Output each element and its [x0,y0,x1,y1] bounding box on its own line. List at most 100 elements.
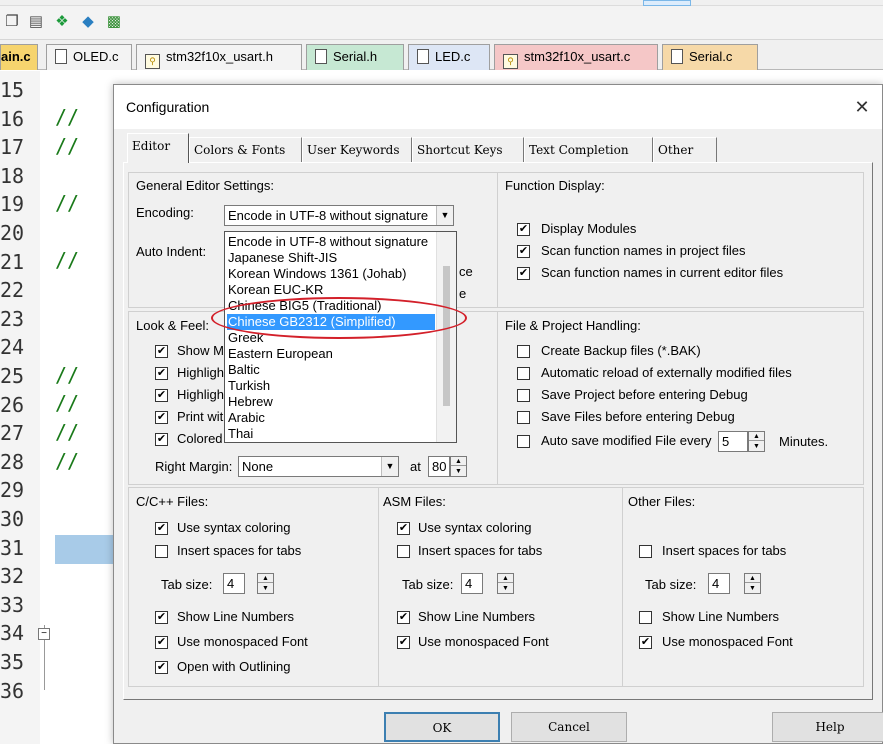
line-number: 24 [0,335,25,359]
encoding-option[interactable]: Arabic [227,410,435,426]
copy-icon[interactable]: ❐ [2,12,22,32]
encoding-select[interactable]: Encode in UTF-8 without signature ▼ [224,205,454,226]
other-monospace-label: Use monospaced Font [662,634,793,649]
line-number: 16 [0,107,25,131]
encoding-option[interactable]: Thai [227,426,435,442]
encoding-option[interactable]: Hebrew [227,394,435,410]
cpp-tab-size-spinner[interactable]: ▲ ▼ [257,573,274,594]
encoding-label: Encoding: [136,205,194,220]
tab-shortcut-keys[interactable]: Shortcut Keys [412,137,524,163]
at-label: at [410,459,421,474]
help-button[interactable]: Help [772,712,883,742]
asm-spaces-checkbox[interactable] [397,545,410,558]
encoding-value: Encode in UTF-8 without signature [228,208,429,223]
asm-tab-size-spinner[interactable]: ▲ ▼ [497,573,514,594]
cpp-outlining-checkbox[interactable] [155,661,168,674]
scan-editor-checkbox[interactable] [517,267,530,280]
asm-syntax-checkbox[interactable] [397,522,410,535]
diamond-icon[interactable]: ❖ [52,12,72,32]
tab-main-c[interactable]: ain.c [0,44,38,70]
tab-oled-c[interactable]: OLED.c [46,44,132,70]
highlight-checkbox[interactable] [155,367,168,380]
tab-user-keywords[interactable]: User Keywords [302,137,412,163]
cpp-tab-size-input[interactable]: 4 [223,573,245,594]
spin-up-icon[interactable]: ▲ [745,574,760,583]
encoding-option[interactable]: Encode in UTF-8 without signature [227,234,435,250]
asm-monospace-checkbox[interactable] [397,636,410,649]
cpp-line-numbers-checkbox[interactable] [155,611,168,624]
margin-column-spinner[interactable]: ▲ ▼ [450,456,467,477]
colored-tabs-checkbox[interactable] [155,433,168,446]
cpp-outlining-label: Open with Outlining [177,659,291,674]
asm-tab-size-input[interactable]: 4 [461,573,483,594]
save-project-checkbox[interactable] [517,389,530,402]
spin-down-icon[interactable]: ▼ [498,584,513,593]
encoding-option[interactable]: Korean EUC-KR [227,282,435,298]
tab-stm32f10x-usart-h[interactable]: ⚲ stm32f10x_usart.h [136,44,302,70]
asm-line-numbers-checkbox[interactable] [397,611,410,624]
other-monospace-checkbox[interactable] [639,636,652,649]
other-line-numbers-checkbox[interactable] [639,611,652,624]
display-modules-checkbox[interactable] [517,223,530,236]
spin-down-icon[interactable]: ▼ [749,442,764,451]
tab-colors-fonts[interactable]: Colors & Fonts [189,137,302,163]
close-button[interactable]: ✕ [850,95,874,119]
spin-down-icon[interactable]: ▼ [745,584,760,593]
tab-led-c[interactable]: LED.c [408,44,490,70]
encoding-option[interactable]: Baltic [227,362,435,378]
encoding-option[interactable]: Eastern European [227,346,435,362]
encoding-option[interactable]: Korean Windows 1361 (Johab) [227,266,435,282]
chevron-down-icon[interactable]: ▼ [381,457,398,476]
gem-icon[interactable]: ◆ [78,12,98,32]
other-tab-size-input[interactable]: 4 [708,573,730,594]
scan-project-label: Scan function names in project files [541,243,746,258]
encoding-option[interactable]: Turkish [227,378,435,394]
highlight-checkbox[interactable] [155,389,168,402]
other-tab-size-spinner[interactable]: ▲ ▼ [744,573,761,594]
line-number-gutter: 15 16 17 18 19 20 21 22 23 24 25 26 27 2… [0,71,40,744]
tab-serial-h[interactable]: Serial.h [306,44,404,70]
dropdown-scrollbar[interactable] [436,232,456,442]
spin-down-icon[interactable]: ▼ [258,584,273,593]
auto-reload-label: Automatic reload of externally modified … [541,365,792,380]
tab-text-completion[interactable]: Text Completion [524,137,653,163]
auto-reload-checkbox[interactable] [517,367,530,380]
fold-toggle[interactable]: − [38,628,50,640]
puzzle-icon[interactable]: ▩ [104,12,124,32]
cancel-button[interactable]: Cancel [511,712,627,742]
auto-save-minutes-input[interactable]: 5 [718,431,748,452]
spin-up-icon[interactable]: ▲ [498,574,513,583]
right-margin-select[interactable]: None ▼ [238,456,399,477]
chevron-down-icon[interactable]: ▼ [436,206,453,225]
ok-button[interactable]: OK [384,712,500,742]
cpp-syntax-checkbox[interactable] [155,522,168,535]
show-message-checkbox[interactable] [155,345,168,358]
line-number: 30 [0,507,25,531]
spin-up-icon[interactable]: ▲ [258,574,273,583]
print-with-checkbox[interactable] [155,411,168,424]
asm-syntax-label: Use syntax coloring [418,520,532,535]
spin-down-icon[interactable]: ▼ [451,467,466,476]
other-spaces-checkbox[interactable] [639,545,652,558]
spin-up-icon[interactable]: ▲ [749,432,764,441]
cpp-spaces-checkbox[interactable] [155,545,168,558]
scan-project-checkbox[interactable] [517,245,530,258]
tab-stm32f10x-usart-c[interactable]: ⚲ stm32f10x_usart.c [494,44,658,70]
create-backup-checkbox[interactable] [517,345,530,358]
tab-editor[interactable]: Editor [127,133,189,163]
editor-tab-bar: ain.c OLED.c ⚲ stm32f10x_usart.h Serial.h… [0,40,883,70]
cpp-monospace-checkbox[interactable] [155,636,168,649]
auto-save-checkbox[interactable] [517,435,530,448]
dialog-titlebar[interactable]: Configuration ✕ [114,85,882,129]
save-files-checkbox[interactable] [517,411,530,424]
scrollbar-thumb[interactable] [443,266,450,406]
save-project-label: Save Project before entering Debug [541,387,748,402]
encoding-option[interactable]: Japanese Shift-JIS [227,250,435,266]
code-comment: // [55,420,80,444]
spin-up-icon[interactable]: ▲ [451,457,466,466]
auto-save-spinner[interactable]: ▲ ▼ [748,431,765,452]
tab-other[interactable]: Other [653,137,717,163]
margin-column-input[interactable]: 80 [428,456,450,477]
stack-icon[interactable]: ▤ [26,12,46,32]
tab-serial-c[interactable]: Serial.c [662,44,758,70]
